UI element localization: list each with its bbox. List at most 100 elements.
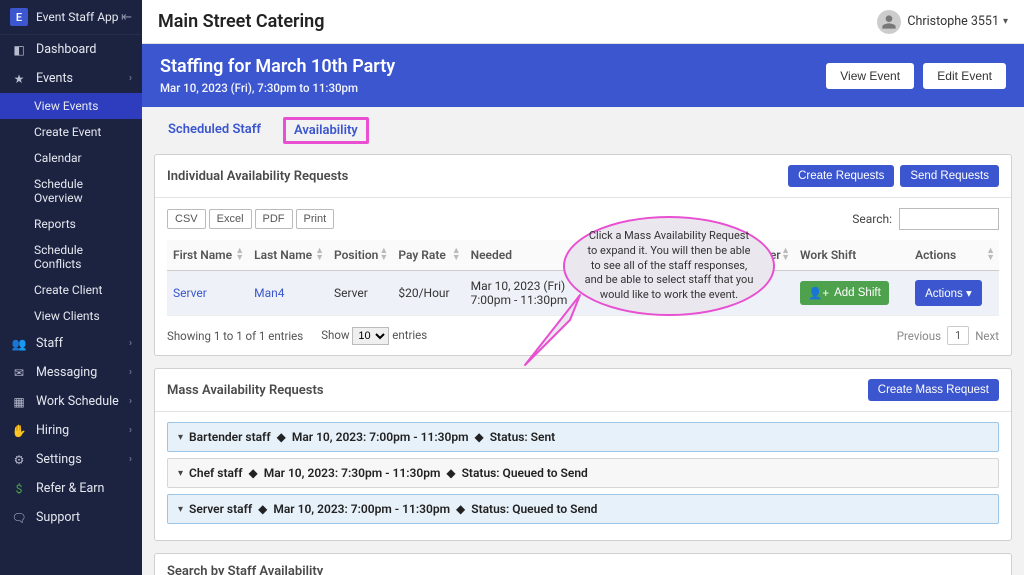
col-last-name[interactable]: Last Name▲▼ [248, 240, 328, 271]
caret-down-icon[interactable]: ▾ [1003, 16, 1008, 27]
mass-row-time: Mar 10, 2023: 7:00pm - 11:30pm [292, 430, 469, 444]
sidebar-sub-create-client[interactable]: Create Client [0, 277, 142, 303]
chat-icon: 🗨 [10, 511, 28, 525]
sidebar-label: Dashboard [36, 42, 132, 57]
col-first-name[interactable]: First Name▲▼ [167, 240, 248, 271]
app-name: Event Staff App [36, 10, 121, 24]
calendar-icon: ▦ [10, 395, 28, 409]
send-requests-button[interactable]: Send Requests [900, 165, 999, 187]
export-pdf-button[interactable]: PDF [255, 209, 293, 229]
sidebar-label: Hiring [36, 423, 129, 438]
topbar: Main Street Catering Christophe 3551 ▾ [142, 0, 1024, 44]
chevron-right-icon: › [129, 454, 132, 465]
sidebar-item-hiring[interactable]: ✋ Hiring › [0, 416, 142, 445]
panel-title: Search by Staff Availability [167, 564, 999, 575]
panel-title: Mass Availability Requests [167, 383, 862, 398]
cell-position: Server [328, 271, 392, 316]
avatar[interactable] [877, 10, 901, 34]
col-position[interactable]: Position▲▼ [328, 240, 392, 271]
sidebar-label: Settings [36, 452, 129, 467]
page-number[interactable]: 1 [947, 326, 969, 345]
sidebar-item-dashboard[interactable]: ◧ Dashboard [0, 35, 142, 64]
sidebar-item-work-schedule[interactable]: ▦ Work Schedule › [0, 387, 142, 416]
sidebar-label: Work Schedule [36, 394, 129, 409]
user-plus-icon: 👤+ [808, 286, 829, 300]
gear-icon: ⚙ [10, 453, 28, 467]
row-actions-button[interactable]: Actions ▾ [915, 280, 982, 306]
mass-request-row-bartender[interactable]: ▾ Bartender staff ◆ Mar 10, 2023: 7:00pm… [167, 422, 999, 452]
sidebar-sub-reports[interactable]: Reports [0, 211, 142, 237]
mass-request-row-server[interactable]: ▾ Server staff ◆ Mar 10, 2023: 7:00pm - … [167, 494, 999, 524]
sidebar-label: Staff [36, 336, 129, 351]
page-header: Staffing for March 10th Party Mar 10, 20… [142, 44, 1024, 107]
sidebar-item-support[interactable]: 🗨 Support [0, 503, 142, 532]
sidebar-label: Support [36, 510, 132, 525]
mass-row-name: Server staff [189, 502, 252, 516]
mass-request-row-chef[interactable]: ▾ Chef staff ◆ Mar 10, 2023: 7:30pm - 11… [167, 458, 999, 488]
col-pay-rate[interactable]: Pay Rate▲▼ [392, 240, 464, 271]
sidebar-sub-view-clients[interactable]: View Clients [0, 303, 142, 329]
export-print-button[interactable]: Print [296, 209, 335, 229]
mass-row-status: Status: Sent [490, 430, 555, 444]
chevron-down-icon: ▾ [178, 468, 183, 479]
app-logo: E [10, 8, 28, 26]
col-work-shift[interactable]: Work Shift [794, 240, 909, 271]
sidebar-sub-create-event[interactable]: Create Event [0, 119, 142, 145]
sidebar-sub-view-events[interactable]: View Events [0, 93, 142, 119]
next-page-button[interactable]: Next [975, 329, 999, 343]
sidebar-sub-schedule-overview[interactable]: Schedule Overview [0, 171, 142, 211]
create-requests-button[interactable]: Create Requests [788, 165, 894, 187]
tab-availability[interactable]: Availability [283, 117, 369, 144]
username[interactable]: Christophe 3551 [907, 14, 999, 29]
tabs: Scheduled Staff Availability [154, 107, 1012, 154]
cell-pay: $20/Hour [392, 271, 464, 316]
search-input[interactable] [899, 208, 999, 230]
chevron-right-icon: › [129, 396, 132, 407]
sidebar-label: Refer & Earn [36, 481, 132, 496]
sidebar-sub-schedule-conflicts[interactable]: Schedule Conflicts [0, 237, 142, 277]
envelope-icon: ✉ [10, 366, 28, 380]
page-subtitle: Mar 10, 2023 (Fri), 7:30pm to 11:30pm [160, 81, 820, 95]
help-callout: Click a Mass Availability Request to exp… [563, 216, 775, 316]
edit-event-button[interactable]: Edit Event [923, 63, 1006, 89]
page-size-select[interactable]: 10 [352, 327, 389, 345]
view-event-button[interactable]: View Event [826, 63, 914, 89]
sidebar-item-settings[interactable]: ⚙ Settings › [0, 445, 142, 474]
export-csv-button[interactable]: CSV [167, 209, 206, 229]
dollar-icon: $ [10, 482, 28, 496]
mass-row-name: Chef staff [189, 466, 242, 480]
sidebar-item-events[interactable]: ★ Events › [0, 64, 142, 93]
sidebar-sub-calendar[interactable]: Calendar [0, 145, 142, 171]
users-icon: 👥 [10, 337, 28, 351]
page-title: Staffing for March 10th Party [160, 56, 820, 77]
last-name-link[interactable]: Man4 [254, 286, 284, 300]
dashboard-icon: ◧ [10, 43, 28, 57]
mass-row-status: Status: Queued to Send [471, 502, 597, 516]
sidebar-item-staff[interactable]: 👥 Staff › [0, 329, 142, 358]
sidebar-label: Events [36, 71, 129, 86]
sidebar-item-messaging[interactable]: ✉ Messaging › [0, 358, 142, 387]
tab-scheduled-staff[interactable]: Scheduled Staff [160, 117, 269, 144]
sidebar: E Event Staff App ⇤ ◧ Dashboard ★ Events… [0, 0, 142, 575]
entries-label: entries [392, 328, 427, 342]
mass-row-status: Status: Queued to Send [462, 466, 588, 480]
sidebar-header: E Event Staff App ⇤ [0, 0, 142, 35]
collapse-sidebar-icon[interactable]: ⇤ [121, 10, 132, 25]
create-mass-request-button[interactable]: Create Mass Request [868, 379, 999, 401]
chevron-down-icon: ▾ [178, 504, 183, 515]
export-excel-button[interactable]: Excel [209, 209, 252, 229]
showing-text: Showing 1 to 1 of 1 entries [167, 329, 303, 343]
col-actions[interactable]: Actions▲▼ [909, 240, 999, 271]
content: Scheduled Staff Availability Individual … [142, 107, 1024, 575]
prev-page-button[interactable]: Previous [897, 329, 941, 343]
add-shift-button[interactable]: 👤+Add Shift [800, 281, 889, 305]
company-name: Main Street Catering [158, 11, 877, 32]
show-label: Show [321, 328, 349, 342]
panel-mass-requests: Mass Availability Requests Create Mass R… [154, 368, 1012, 541]
user-icon [881, 14, 897, 30]
chevron-right-icon: › [129, 425, 132, 436]
chevron-right-icon: › [129, 338, 132, 349]
first-name-link[interactable]: Server [173, 286, 207, 300]
chevron-down-icon: ▾ [178, 432, 183, 443]
sidebar-item-refer[interactable]: $ Refer & Earn [0, 474, 142, 503]
